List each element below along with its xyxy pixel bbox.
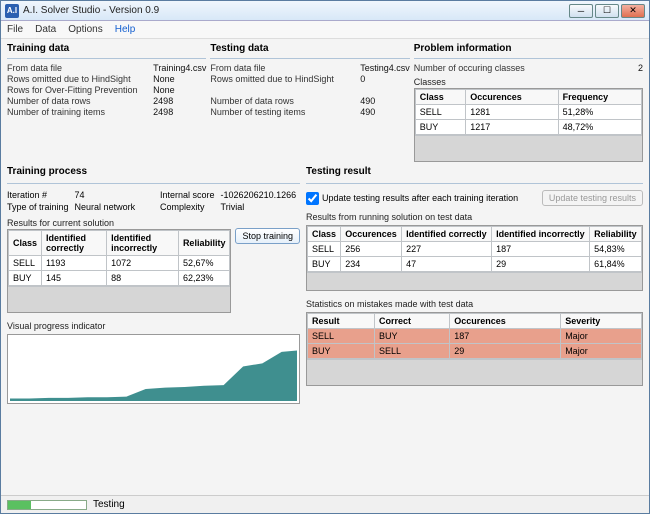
tp-type-value: Neural network — [75, 202, 154, 212]
th-freq[interactable]: Frequency — [558, 90, 641, 105]
td-hindsight-value: None — [153, 74, 206, 84]
tsd-fromfile-label: From data file — [210, 63, 354, 73]
problem-info-panel: Problem information Number of occuring c… — [414, 43, 643, 162]
update-check-label[interactable]: Update testing results after each traini… — [306, 192, 518, 205]
table-row[interactable]: BUY SELL 29 Major — [308, 344, 642, 359]
menubar: File Data Options Help — [1, 21, 649, 39]
app-icon: A.I — [5, 4, 19, 18]
tp-score-label: Internal score — [160, 190, 215, 200]
testing-data-title: Testing data — [210, 43, 409, 54]
tp-results-label: Results for current solution — [7, 218, 231, 228]
td-rows-value: 2498 — [153, 96, 206, 106]
tp-complexity-value: Trivial — [221, 202, 300, 212]
tsd-hindsight-label: Rows omitted due to HindSight — [210, 74, 354, 84]
mistakes-table: Result Correct Occurences Severity SELL … — [306, 312, 643, 386]
tp-iter-value: 74 — [75, 190, 154, 200]
menu-options[interactable]: Options — [68, 24, 102, 35]
tr-results-label: Results from running solution on test da… — [306, 212, 643, 222]
tsd-hindsight-value: 0 — [360, 74, 410, 84]
stop-training-button[interactable]: Stop training — [235, 228, 300, 244]
update-results-button: Update testing results — [542, 190, 643, 206]
tsd-fromfile-value: Testing4.csv — [360, 63, 410, 73]
status-text: Testing — [93, 499, 125, 510]
classes-table: Class Occurences Frequency SELL 1281 51,… — [414, 88, 643, 162]
menu-help[interactable]: Help — [115, 24, 136, 35]
pi-count-value: 2 — [638, 63, 643, 73]
table-row[interactable]: SELL 1193 1072 52,67% — [9, 256, 230, 271]
table-row[interactable]: BUY 234 47 29 61,84% — [308, 257, 642, 272]
titlebar[interactable]: A.I A.I. Solver Studio - Version 0.9 ─ ☐… — [1, 1, 649, 21]
tp-complexity-label: Complexity — [160, 202, 215, 212]
testing-results-table: Class Occurences Identified correctly Id… — [306, 225, 643, 291]
td-overfit-value: None — [153, 85, 206, 95]
update-checkbox[interactable] — [306, 192, 319, 205]
tp-iter-label: Iteration # — [7, 190, 69, 200]
content-area: Training data From data file Training4.c… — [1, 39, 649, 495]
th-occ[interactable]: Occurences — [466, 90, 558, 105]
tsd-rows-value: 490 — [360, 96, 410, 106]
menu-file[interactable]: File — [7, 24, 23, 35]
status-progress — [7, 500, 87, 510]
training-results-table: Class Identified correctly Identified in… — [7, 229, 231, 313]
table-row[interactable]: BUY 145 88 62,23% — [9, 271, 230, 286]
th-class[interactable]: Class — [415, 90, 465, 105]
tp-score-value: -1026206210.1266 — [221, 190, 300, 200]
td-items-value: 2498 — [153, 107, 206, 117]
td-items-label: Number of training items — [7, 107, 147, 117]
window-title: A.I. Solver Studio - Version 0.9 — [23, 5, 569, 16]
td-hindsight-label: Rows omitted due to HindSight — [7, 74, 147, 84]
problem-info-title: Problem information — [414, 43, 643, 54]
mistakes-label: Statistics on mistakes made with test da… — [306, 299, 643, 309]
tsd-items-label: Number of testing items — [210, 107, 354, 117]
pi-classes-label: Classes — [414, 77, 643, 87]
td-fromfile-value: Training4.csv — [153, 63, 206, 73]
vpi-label: Visual progress indicator — [7, 321, 300, 331]
training-data-title: Training data — [7, 43, 206, 54]
td-overfit-label: Rows for Over-Fitting Prevention — [7, 85, 147, 95]
minimize-button[interactable]: ─ — [569, 4, 593, 18]
pi-count-label: Number of occuring classes — [414, 63, 632, 73]
maximize-button[interactable]: ☐ — [595, 4, 619, 18]
table-row[interactable]: SELL 1281 51,28% — [415, 105, 641, 120]
table-row[interactable]: SELL 256 227 187 54,83% — [308, 242, 642, 257]
td-rows-label: Number of data rows — [7, 96, 147, 106]
app-window: A.I A.I. Solver Studio - Version 0.9 ─ ☐… — [0, 0, 650, 514]
testing-result-title: Testing result — [306, 166, 643, 177]
td-fromfile-label: From data file — [7, 63, 147, 73]
menu-data[interactable]: Data — [35, 24, 56, 35]
tsd-rows-label: Number of data rows — [210, 96, 354, 106]
table-row[interactable]: SELL BUY 187 Major — [308, 329, 642, 344]
training-data-panel: Training data From data file Training4.c… — [7, 43, 206, 162]
testing-data-panel: Testing data From data file Testing4.csv… — [210, 43, 409, 162]
table-row[interactable]: BUY 1217 48,72% — [415, 120, 641, 135]
training-process-title: Training process — [7, 166, 300, 177]
testing-result-panel: Testing result Update testing results af… — [306, 166, 643, 491]
statusbar: Testing — [1, 495, 649, 513]
tsd-items-value: 490 — [360, 107, 410, 117]
close-button[interactable]: ✕ — [621, 4, 645, 18]
tp-type-label: Type of training — [7, 202, 69, 212]
progress-chart — [7, 334, 300, 404]
training-process-panel: Training process Iteration # 74 Internal… — [7, 166, 300, 491]
